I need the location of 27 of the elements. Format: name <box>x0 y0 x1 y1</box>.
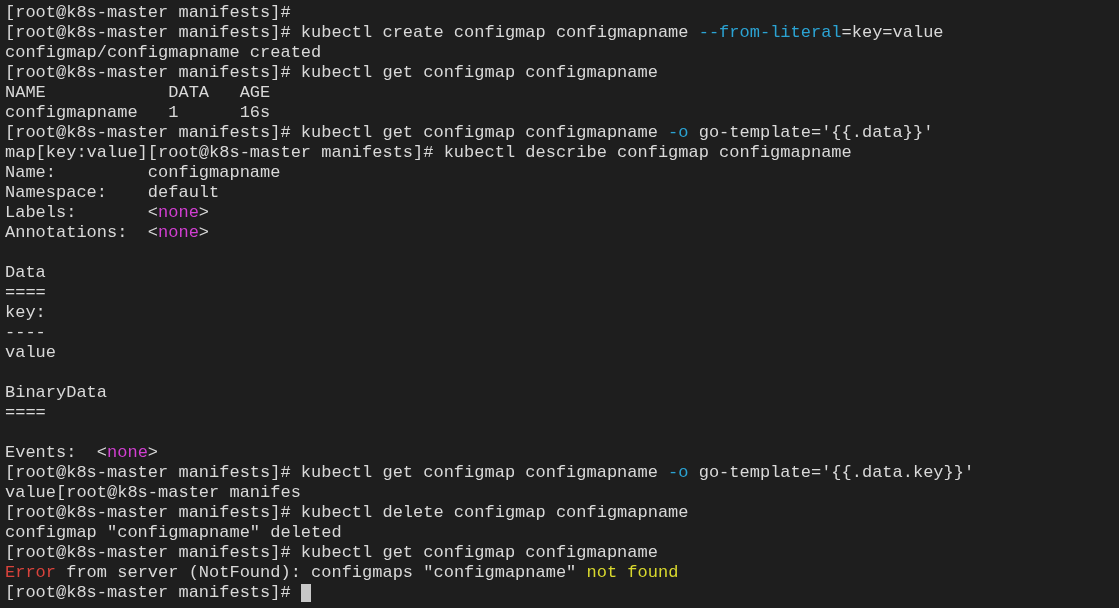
terminal-line: Error from server (NotFound): configmaps "configmapname" not found <box>5 563 679 583</box>
terminal-line: [root@k8s-master manifests]# <box>5 3 291 23</box>
terminal-line: [root@k8s-master manifests]# kubectl delete configmap configmapname <box>5 503 689 523</box>
terminal-line: value[root@k8s-master manifes <box>5 483 301 503</box>
terminal-line: [root@k8s-master manifests]# kubectl get configmap configmapname <box>5 63 658 83</box>
terminal-line: Namespace: default <box>5 183 220 203</box>
terminal-line: Name: configmapname <box>5 163 281 183</box>
terminal-line: Labels: <none> <box>5 203 210 223</box>
terminal-line: configmap "configmapname" deleted <box>5 523 342 543</box>
terminal-line: NAME DATA AGE <box>5 83 271 103</box>
terminal-line: ---- <box>5 323 46 343</box>
terminal-line: [root@k8s-master manifests]# kubectl get configmap configmapname -o go-template='{{.data.key}}' <box>5 463 975 483</box>
terminal-line: Data <box>5 263 46 283</box>
terminal-line: Events: <none> <box>5 443 159 463</box>
terminal-line: configmapname 1 16s <box>5 103 271 123</box>
terminal-line: [root@k8s-master manifests]# kubectl get configmap configmapname <box>5 543 658 563</box>
terminal-line: value <box>5 343 56 363</box>
terminal-line: [root@k8s-master manifests]# kubectl create configmap configmapname --from-literal=key=value <box>5 23 944 43</box>
terminal-line: key: <box>5 303 46 323</box>
terminal-line: map[key:value][root@k8s-master manifests]# kubectl describe configmap configmapname <box>5 143 852 163</box>
terminal-line: [root@k8s-master manifests]# kubectl get configmap configmapname -o go-template='{{.data}}' <box>5 123 934 143</box>
terminal-line: Annotations: <none> <box>5 223 210 243</box>
terminal-line: configmap/configmapname created <box>5 43 322 63</box>
terminal-line: ==== <box>5 283 46 303</box>
terminal-line: BinaryData <box>5 383 108 403</box>
terminal-line: [root@k8s-master manifests]# <box>5 583 292 603</box>
terminal-line: ==== <box>5 403 46 423</box>
